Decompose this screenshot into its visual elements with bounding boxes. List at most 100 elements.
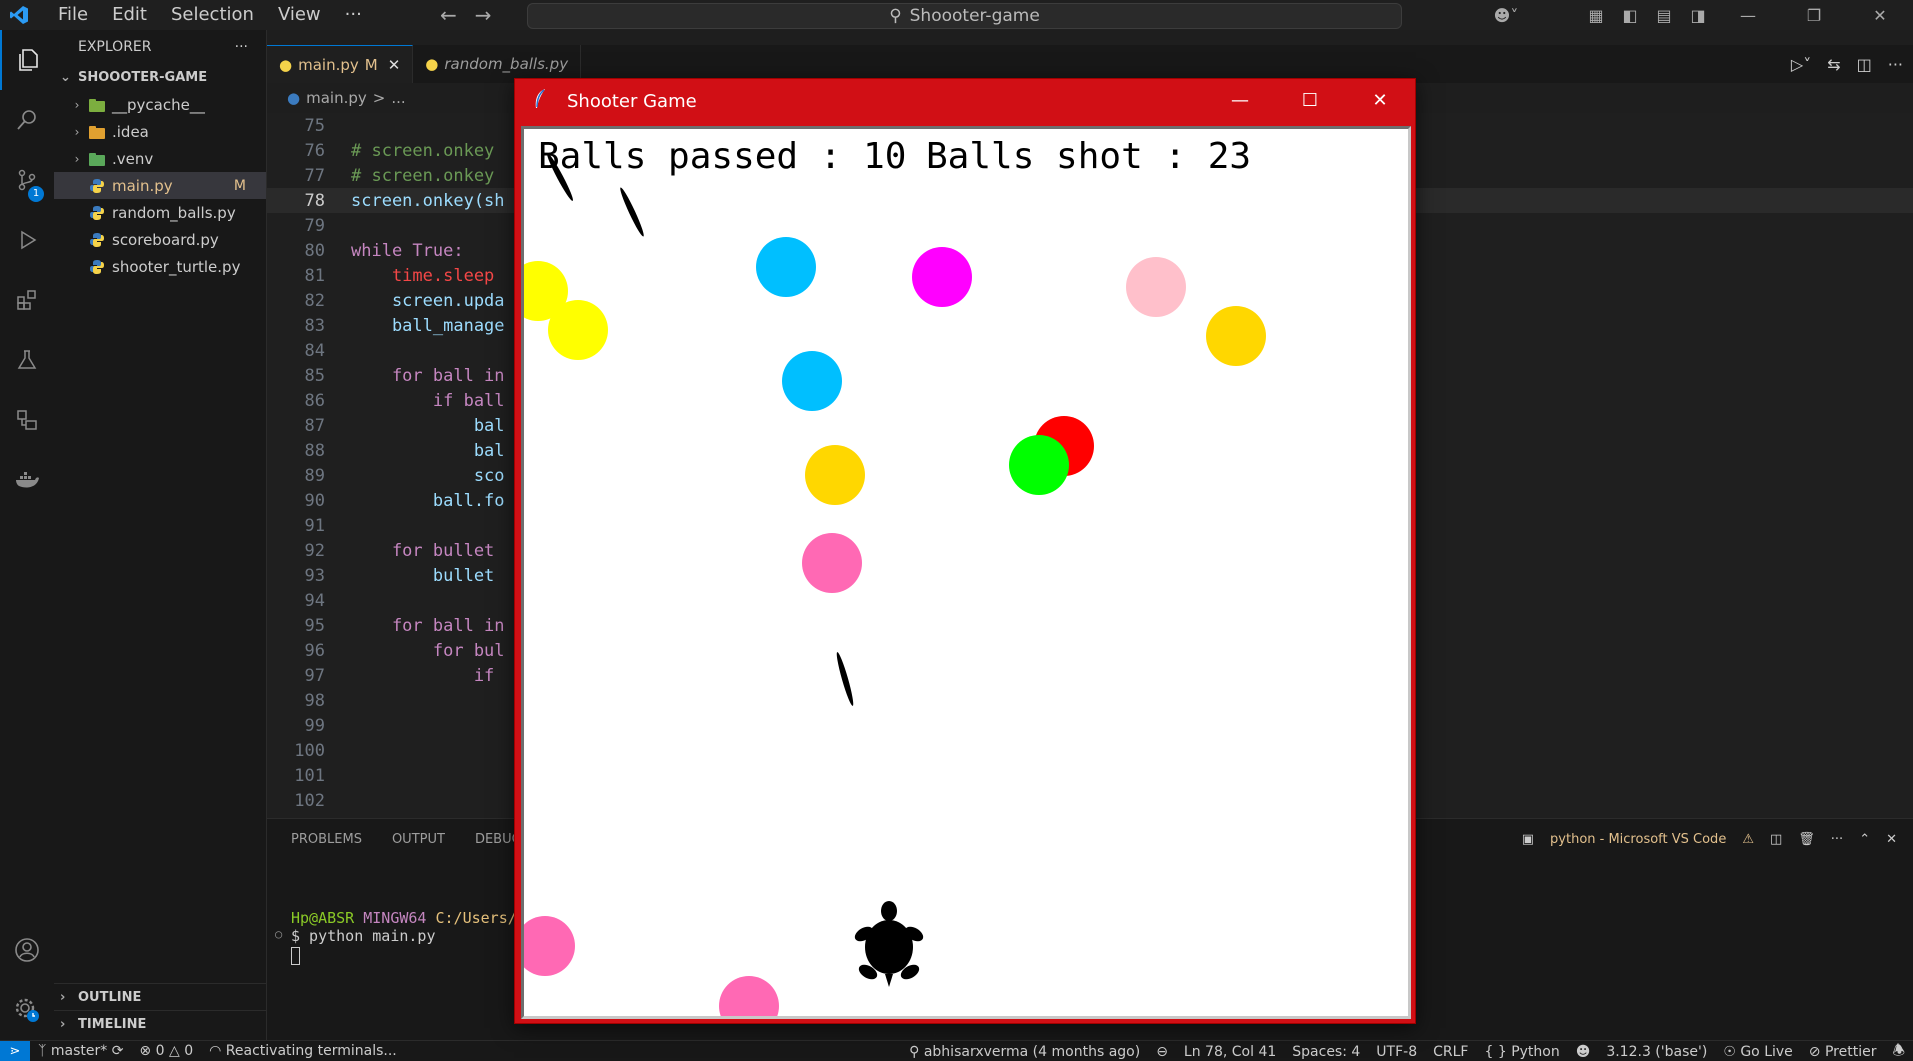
line-number: 101 — [294, 765, 325, 786]
line-number: 95 — [304, 615, 325, 636]
menu-file[interactable]: File — [46, 0, 100, 30]
tree-item-random-balls-py[interactable]: random_balls.py — [54, 199, 266, 226]
tree-item-label: main.py — [112, 176, 173, 195]
timeline-section[interactable]: › TIMELINE — [54, 1010, 267, 1037]
line-number: 83 — [304, 315, 325, 336]
accounts-icon[interactable] — [0, 920, 54, 980]
balls-shot-score: Balls shot : 23 — [926, 136, 1251, 177]
panel-more-icon[interactable]: ··· — [1831, 832, 1843, 847]
toggle-secondary-sidebar-icon[interactable]: ◨ — [1681, 6, 1715, 25]
run-debug-icon[interactable] — [0, 210, 54, 270]
terminal-output[interactable]: Hp@ABSR MINGW64 C:/Users/ ○ $ python mai… — [275, 909, 517, 965]
tree-item-venv[interactable]: › .venv — [54, 145, 266, 172]
encoding[interactable]: UTF-8 — [1368, 1044, 1425, 1060]
layout-customize-icon[interactable]: ▦ — [1579, 6, 1613, 25]
search-view-icon[interactable] — [0, 90, 54, 150]
extensions-icon[interactable] — [0, 270, 54, 330]
more-actions-icon[interactable]: ··· — [1888, 55, 1903, 74]
game-minimize-icon[interactable]: — — [1205, 79, 1275, 123]
sync-icon: ⟳ — [111, 1043, 124, 1059]
split-editor-icon[interactable]: ◫ — [1857, 55, 1872, 74]
menu-edit[interactable]: Edit — [100, 0, 159, 30]
notifications-icon[interactable]: 🕭 — [1884, 1040, 1913, 1061]
tab-problems[interactable]: PROBLEMS — [291, 832, 362, 847]
line-number: 79 — [304, 215, 325, 236]
menu-view[interactable]: View — [266, 0, 333, 30]
terminal-prompt-line: Hp@ABSR MINGW64 C:/Users/ — [291, 909, 517, 927]
tree-item-pycache[interactable]: › __pycache__ — [54, 91, 266, 118]
game-canvas[interactable]: Balls passed : 10 Balls shot : 23 — [521, 126, 1411, 1019]
remote-indicator-icon[interactable]: ⋗ — [0, 1040, 30, 1061]
line-ending[interactable]: CRLF — [1425, 1044, 1476, 1060]
outline-section[interactable]: › OUTLINE — [54, 983, 267, 1010]
go-live[interactable]: ☉ Go Live — [1715, 1044, 1800, 1060]
toggle-sidebar-icon[interactable]: ◧ — [1613, 6, 1647, 25]
shooter-turtle — [854, 901, 924, 987]
branch-status[interactable]: ᛉ master* ⟳ — [30, 1043, 131, 1059]
close-panel-icon[interactable]: ✕ — [1886, 832, 1897, 847]
breadcrumb-symbol[interactable]: ... — [391, 89, 405, 107]
warning-icon: ⚠ — [1742, 831, 1754, 847]
line-text: # screen.onkey — [351, 140, 495, 161]
git-blame-status[interactable]: ⚲ abhisarxverma (4 months ago) — [901, 1044, 1148, 1060]
problems-status[interactable]: ⊗ 0 △ 0 — [131, 1043, 201, 1059]
line-number: 88 — [304, 440, 325, 461]
kill-terminal-icon[interactable]: 🗑 — [1798, 832, 1815, 847]
line-number: 92 — [304, 540, 325, 561]
zoom-status-icon[interactable]: ⊖ — [1148, 1044, 1176, 1060]
tab-close-icon[interactable]: ✕ — [388, 56, 401, 74]
tree-item-idea[interactable]: › .idea — [54, 118, 266, 145]
game-maximize-icon[interactable]: ☐ — [1275, 79, 1345, 123]
breadcrumb-file[interactable]: main.py — [306, 89, 367, 107]
prompt-user: Hp@ABSR — [291, 909, 355, 927]
explorer-more-icon[interactable]: ··· — [235, 39, 248, 55]
copilot-icon[interactable]: ☻˅ — [1489, 6, 1523, 25]
tree-item-scoreboard-py[interactable]: scoreboard.py — [54, 226, 266, 253]
ball — [805, 445, 865, 505]
open-changes-icon[interactable]: ⇆ — [1827, 55, 1840, 74]
testing-icon[interactable] — [0, 330, 54, 390]
run-file-icon[interactable]: ▷˅ — [1791, 55, 1811, 74]
tree-item-main-py[interactable]: main.py M — [54, 172, 266, 199]
explorer-icon[interactable] — [0, 30, 54, 90]
timeline-label: TIMELINE — [78, 1016, 147, 1032]
back-arrow-icon[interactable]: ← — [440, 3, 457, 27]
command-center-search[interactable]: ⚲ Shoooter-game — [527, 3, 1402, 29]
docker-icon[interactable] — [0, 450, 54, 510]
indentation[interactable]: Spaces: 4 — [1284, 1044, 1368, 1060]
tree-item-label: scoreboard.py — [112, 230, 219, 249]
braces-icon: { } — [1484, 1043, 1512, 1060]
game-close-icon[interactable]: ✕ — [1345, 79, 1415, 123]
tab-main-py[interactable]: ● main.py M ✕ — [267, 45, 414, 83]
terminal-title[interactable]: python - Microsoft VS Code — [1550, 832, 1726, 847]
source-control-icon[interactable]: 1 — [0, 150, 54, 210]
cursor-position[interactable]: Ln 78, Col 41 — [1176, 1044, 1284, 1060]
line-number: 93 — [304, 565, 325, 586]
menu-selection[interactable]: Selection — [159, 0, 266, 30]
copilot-status-icon[interactable]: ☻ — [1568, 1044, 1599, 1060]
language-mode[interactable]: { } Python — [1476, 1044, 1567, 1060]
menu-more[interactable]: ··· — [333, 0, 374, 30]
tab-output[interactable]: OUTPUT — [392, 832, 445, 847]
toggle-panel-icon[interactable]: ▤ — [1647, 6, 1681, 25]
remote-explorer-icon[interactable] — [0, 390, 54, 450]
line-text: for bul — [351, 640, 505, 661]
project-folder[interactable]: ⌄ SHOOOTER-GAME — [54, 64, 266, 91]
restore-icon[interactable]: ❐ — [1781, 6, 1847, 25]
minimize-icon[interactable]: — — [1715, 6, 1781, 25]
prettier-status[interactable]: ⊘ Prettier — [1801, 1044, 1885, 1060]
close-window-icon[interactable]: ✕ — [1847, 6, 1913, 25]
split-terminal-icon[interactable]: ◫ — [1770, 832, 1782, 847]
line-number: 81 — [304, 265, 325, 286]
python-interpreter[interactable]: 3.12.3 ('base') — [1598, 1044, 1715, 1060]
game-title-bar[interactable]: Shooter Game — ☐ ✕ — [515, 79, 1415, 123]
chevron-right-icon: › — [74, 151, 80, 166]
tree-item-shooter-turtle-py[interactable]: shooter_turtle.py — [54, 253, 266, 280]
forward-arrow-icon[interactable]: → — [475, 3, 492, 27]
line-number: 76 — [304, 140, 325, 161]
manage-gear-icon[interactable] — [0, 980, 54, 1040]
panel-actions: ▣ python - Microsoft VS Code ⚠ ◫ 🗑 ··· ⌃… — [1522, 819, 1897, 859]
ball — [524, 916, 575, 976]
line-number: 80 — [304, 240, 325, 261]
maximize-panel-icon[interactable]: ⌃ — [1859, 832, 1870, 847]
